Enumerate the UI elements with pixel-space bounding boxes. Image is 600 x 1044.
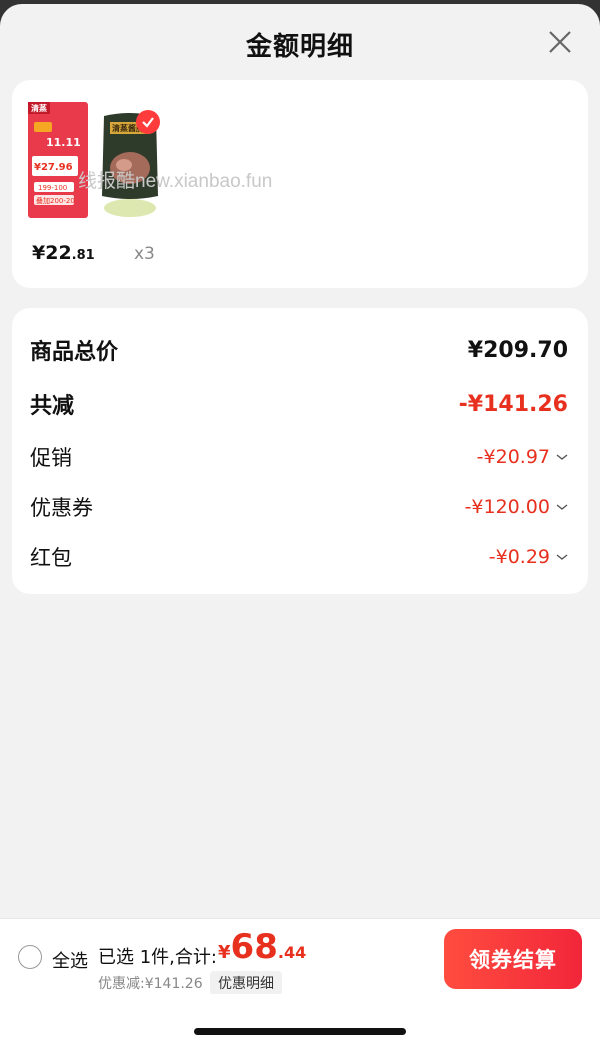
row-red-packet[interactable]: 红包 -¥0.29 — [30, 542, 568, 572]
close-icon[interactable] — [544, 26, 576, 58]
item-price-decimal: .81 — [71, 248, 95, 263]
discount-summary: 优惠减:¥141.26 — [98, 976, 203, 992]
total-reduction-label: 共减 — [30, 394, 75, 419]
selected-count-text: 已选 1件,合计: — [98, 947, 217, 968]
total-amount-dec: .44 — [277, 943, 307, 962]
select-all-label[interactable]: 全选 — [52, 947, 88, 973]
item-quantity: x3 — [134, 244, 155, 264]
select-all-radio[interactable] — [18, 945, 42, 969]
red-packet-amount: -¥0.29 — [488, 546, 550, 568]
promotion-amount: -¥20.97 — [476, 446, 550, 468]
row-total-price: 商品总价 ¥209.70 — [30, 334, 568, 366]
total-reduction-value: -¥141.26 — [458, 391, 568, 417]
price-breakdown-card: 商品总价 ¥209.70 共减 -¥141.26 促销 -¥20.97 优惠券 … — [12, 308, 588, 594]
row-promotion[interactable]: 促销 -¥20.97 — [30, 442, 568, 472]
total-amount: ¥68.44 — [218, 927, 306, 967]
selected-check-icon — [136, 110, 160, 134]
chevron-down-icon[interactable] — [556, 553, 568, 561]
checkout-button[interactable]: 领券结算 — [444, 929, 582, 989]
total-amount-int: 68 — [230, 927, 278, 967]
total-currency: ¥ — [218, 942, 231, 963]
chevron-down-icon[interactable] — [556, 453, 568, 461]
row-total-reduction: 共减 -¥141.26 — [30, 388, 568, 420]
coupon-value: -¥120.00 — [465, 496, 568, 518]
promotion-label: 促销 — [30, 446, 72, 470]
total-price-label: 商品总价 — [30, 340, 119, 365]
coupon-label: 优惠券 — [30, 496, 93, 520]
chevron-down-icon[interactable] — [556, 503, 568, 511]
watermark: 线报酷new.xianbao.fun — [78, 171, 273, 192]
total-price-value: ¥209.70 — [467, 337, 568, 363]
svg-text:11.11: 11.11 — [46, 136, 81, 149]
svg-text:199-100: 199-100 — [38, 184, 67, 192]
home-indicator-area — [0, 994, 600, 1044]
amount-detail-sheet: 金额明细 清蒸 11.11 ¥27.96 199-100 叠加200-20 清蒸… — [0, 4, 600, 1044]
svg-text:清蒸: 清蒸 — [31, 103, 47, 113]
coupon-amount: -¥120.00 — [464, 496, 550, 518]
red-packet-label: 红包 — [30, 546, 72, 570]
svg-text:叠加200-20: 叠加200-20 — [36, 196, 75, 205]
checkout-bar: 全选 已选 1件,合计: ¥68.44 优惠减:¥141.26 优惠明细 领券结… — [0, 918, 600, 995]
row-coupon[interactable]: 优惠券 -¥120.00 — [30, 492, 568, 522]
svg-text:¥27.96: ¥27.96 — [34, 162, 73, 173]
product-card: 清蒸 11.11 ¥27.96 199-100 叠加200-20 清蒸酱肘 线报… — [12, 80, 588, 288]
sheet-title: 金额明细 — [245, 32, 354, 62]
home-indicator[interactable] — [194, 1028, 406, 1035]
discount-detail-button[interactable]: 优惠明细 — [210, 971, 282, 995]
item-price: ¥22.81 — [32, 242, 95, 264]
promotion-value: -¥20.97 — [477, 446, 568, 468]
red-packet-value: -¥0.29 — [489, 546, 568, 568]
product-image-1[interactable]: 清蒸 11.11 ¥27.96 199-100 叠加200-20 — [28, 102, 88, 218]
item-price-main: ¥22 — [32, 242, 72, 264]
